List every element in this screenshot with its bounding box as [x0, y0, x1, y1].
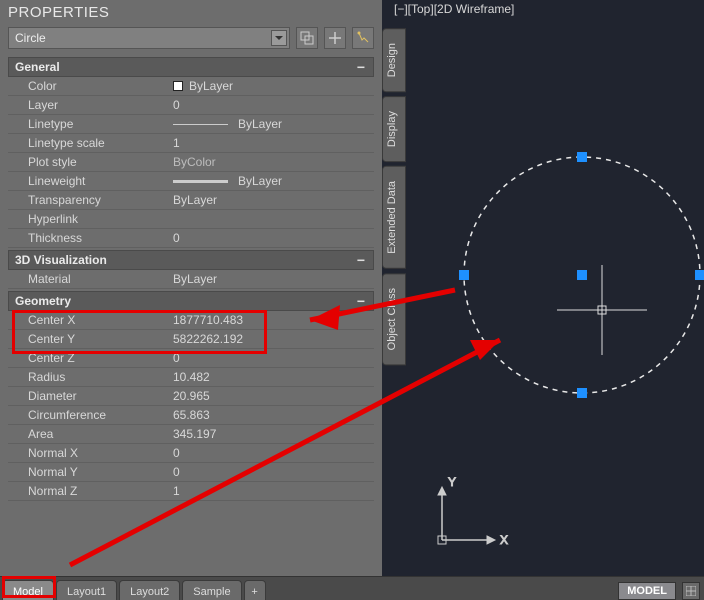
prop-label: Area — [8, 427, 173, 441]
prop-row-material[interactable]: Material ByLayer — [8, 270, 374, 289]
prop-row-linetype[interactable]: Linetype ByLayer — [8, 115, 374, 134]
section-geometry-header[interactable]: Geometry − — [8, 291, 374, 311]
prop-row-radius[interactable]: Radius 10.482 — [8, 368, 374, 387]
status-mode[interactable]: MODEL — [618, 582, 676, 600]
toggle-pickadd-button[interactable] — [296, 27, 318, 49]
collapse-icon[interactable]: − — [355, 254, 367, 266]
prop-value: 1 — [173, 136, 180, 150]
prop-value: 1 — [173, 484, 180, 498]
prop-label: Circumference — [8, 408, 173, 422]
tab-layout2[interactable]: Layout2 — [119, 580, 180, 600]
chevron-down-icon[interactable] — [271, 30, 287, 46]
prop-row-normal-x[interactable]: Normal X 0 — [8, 444, 374, 463]
section-viz-header[interactable]: 3D Visualization − — [8, 250, 374, 270]
prop-value: 0 — [173, 446, 180, 460]
prop-value: 10.482 — [173, 370, 210, 384]
prop-value: 0 — [173, 465, 180, 479]
prop-label: Normal Z — [8, 484, 173, 498]
collapse-icon[interactable]: − — [355, 61, 367, 73]
section-general-header[interactable]: General − — [8, 57, 374, 77]
prop-value: 20.965 — [173, 389, 210, 403]
prop-label: Normal Y — [8, 465, 173, 479]
section-general-title: General — [15, 60, 60, 74]
prop-row-lineweight[interactable]: Lineweight ByLayer — [8, 172, 374, 191]
tab-sample[interactable]: Sample — [182, 580, 241, 600]
grip-right[interactable] — [695, 270, 704, 280]
prop-value: ByColor — [173, 155, 216, 169]
viewport[interactable]: [−][Top][2D Wireframe] Design Display Ex… — [382, 0, 704, 600]
axis-y-label: Y — [448, 475, 456, 489]
section-viz-title: 3D Visualization — [15, 253, 107, 267]
prop-value: ByLayer — [238, 174, 282, 188]
prop-value: ByLayer — [173, 272, 217, 286]
prop-value: ByLayer — [173, 193, 217, 207]
drawing-canvas[interactable]: X Y — [382, 0, 704, 600]
prop-row-normal-z[interactable]: Normal Z 1 — [8, 482, 374, 501]
prop-label: Material — [8, 272, 173, 286]
tab-add-layout[interactable]: + — [244, 580, 266, 600]
prop-label: Transparency — [8, 193, 173, 207]
cursor-crosshair — [557, 265, 647, 355]
ucs-icon: X Y — [438, 475, 508, 547]
properties-panel: PROPERTIES Circle General − Co — [0, 0, 382, 600]
panel-title: PROPERTIES — [0, 0, 382, 27]
quick-select-button[interactable] — [352, 27, 374, 49]
prop-row-plot-style[interactable]: Plot style ByColor — [8, 153, 374, 172]
prop-row-color[interactable]: Color ByLayer — [8, 77, 374, 96]
object-selector-row: Circle — [0, 27, 382, 55]
grip-left[interactable] — [459, 270, 469, 280]
prop-row-hyperlink[interactable]: Hyperlink — [8, 210, 374, 229]
prop-row-diameter[interactable]: Diameter 20.965 — [8, 387, 374, 406]
annotation-box-properties — [12, 310, 267, 354]
prop-label: Diameter — [8, 389, 173, 403]
prop-value: ByLayer — [238, 117, 282, 131]
prop-value: ByLayer — [189, 79, 233, 93]
prop-row-normal-y[interactable]: Normal Y 0 — [8, 463, 374, 482]
prop-label: Plot style — [8, 155, 173, 169]
prop-value: 0 — [173, 98, 180, 112]
prop-label: Thickness — [8, 231, 173, 245]
collapse-icon[interactable]: − — [355, 295, 367, 307]
layout-tabs-bar: Model Layout1 Layout2 Sample + MODEL — [0, 576, 704, 600]
annotation-box-model-tab — [2, 576, 56, 598]
object-type-select[interactable]: Circle — [8, 27, 290, 49]
prop-label: Layer — [8, 98, 173, 112]
object-type-value: Circle — [15, 31, 46, 45]
tab-layout1[interactable]: Layout1 — [56, 580, 117, 600]
grip-top[interactable] — [577, 152, 587, 162]
prop-value: 0 — [173, 231, 180, 245]
prop-value: 345.197 — [173, 427, 216, 441]
prop-label: Normal X — [8, 446, 173, 460]
status-grid-icon[interactable] — [682, 582, 700, 600]
grip-bottom[interactable] — [577, 388, 587, 398]
prop-row-layer[interactable]: Layer 0 — [8, 96, 374, 115]
lineweight-sample-icon — [173, 180, 228, 183]
prop-label: Linetype — [8, 117, 173, 131]
prop-row-thickness[interactable]: Thickness 0 — [8, 229, 374, 248]
prop-row-area[interactable]: Area 345.197 — [8, 425, 374, 444]
prop-label: Radius — [8, 370, 173, 384]
axis-x-label: X — [500, 533, 508, 547]
select-objects-button[interactable] — [324, 27, 346, 49]
prop-label: Color — [8, 79, 173, 93]
prop-label: Lineweight — [8, 174, 173, 188]
grip-center[interactable] — [577, 270, 587, 280]
prop-row-linetype-scale[interactable]: Linetype scale 1 — [8, 134, 374, 153]
prop-row-transparency[interactable]: Transparency ByLayer — [8, 191, 374, 210]
color-swatch-icon — [173, 81, 183, 91]
section-geometry-title: Geometry — [15, 294, 71, 308]
prop-value: 65.863 — [173, 408, 210, 422]
linetype-sample-icon — [173, 124, 228, 125]
prop-row-circumference[interactable]: Circumference 65.863 — [8, 406, 374, 425]
prop-label: Hyperlink — [8, 212, 173, 226]
prop-label: Linetype scale — [8, 136, 173, 150]
